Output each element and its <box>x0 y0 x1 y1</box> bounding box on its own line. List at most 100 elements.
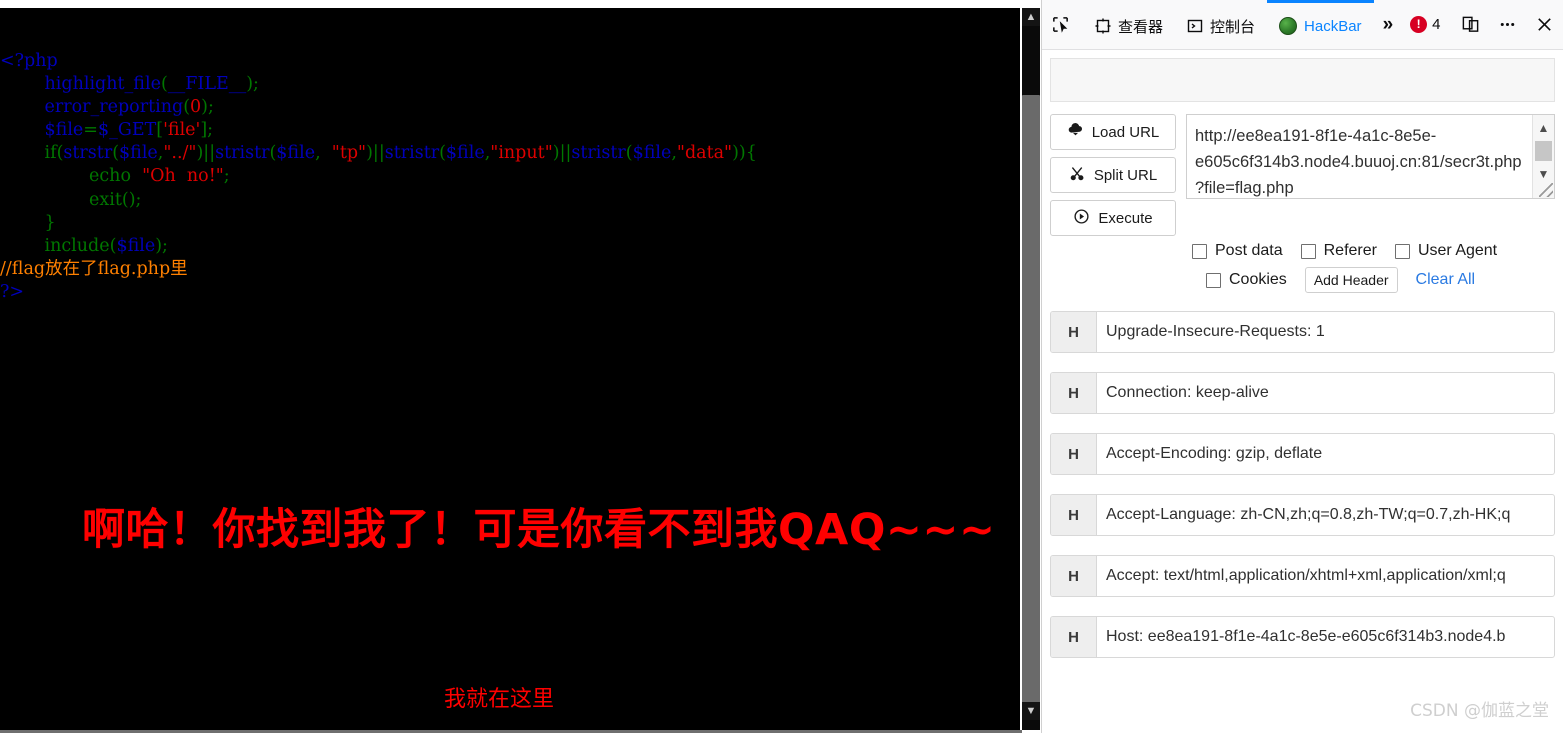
url-scroll-up-icon[interactable]: ▲ <box>1533 117 1554 139</box>
header-row[interactable]: H Connection: keep-alive <box>1050 372 1555 414</box>
devtools-toolbar: 查看器 控制台 HackBar » ! 4 <box>1042 0 1563 50</box>
tab-console-label: 控制台 <box>1210 18 1256 36</box>
header-value[interactable]: Accept-Encoding: gzip, deflate <box>1097 434 1554 474</box>
code-token: ( <box>439 143 446 164</box>
inspector-icon <box>1095 18 1111 34</box>
code-line: //flag放在了flag.php里 <box>0 258 1020 281</box>
code-line: highlight_file(__FILE__); <box>0 73 1020 96</box>
code-token: exit <box>89 189 122 210</box>
overflow-label: » <box>1382 13 1394 35</box>
element-picker-icon[interactable] <box>1042 0 1079 49</box>
hackbar-url-row: Load URL Split URL Execute http://ee8ea1… <box>1050 114 1555 236</box>
play-icon <box>1073 208 1090 229</box>
hackbar-options: Post data Referer User Agent Cookies Add… <box>1050 242 1555 293</box>
header-row[interactable]: H Upgrade-Insecure-Requests: 1 <box>1050 311 1555 353</box>
code-token: strstr <box>63 143 113 164</box>
referer-label: Referer <box>1323 242 1377 259</box>
code-line: <?php <box>0 50 1020 73</box>
post-data-option[interactable]: Post data <box>1192 242 1283 260</box>
code-token: , <box>315 143 332 164</box>
split-url-button[interactable]: Split URL <box>1050 157 1176 193</box>
code-line: if(strstr($file,"../")||stristr($file, "… <box>0 142 1020 165</box>
header-tag: H <box>1051 556 1097 596</box>
code-token: __FILE__ <box>167 73 247 94</box>
code-token: include <box>44 236 110 256</box>
header-row[interactable]: H Host: ee8ea191-8f1e-4a1c-8e5e-e605c6f3… <box>1050 616 1555 658</box>
csdn-watermark: CSDN @伽蓝之堂 <box>1410 701 1549 721</box>
error-count-badge[interactable]: ! 4 <box>1402 0 1448 49</box>
code-token: stristr <box>384 143 440 164</box>
code-token: "Oh no!" <box>136 166 224 187</box>
tab-overflow-chevron-icon[interactable]: » <box>1374 0 1403 49</box>
tab-hackbar[interactable]: HackBar <box>1267 0 1374 49</box>
referer-option[interactable]: Referer <box>1300 242 1377 260</box>
url-scrollbar-thumb[interactable] <box>1535 141 1552 161</box>
hackbar-icon <box>1279 17 1298 35</box>
user-agent-checkbox[interactable] <box>1394 243 1410 259</box>
header-row[interactable]: H Accept-Language: zh-CN,zh;q=0.8,zh-TW;… <box>1050 494 1555 536</box>
close-icon[interactable] <box>1526 0 1563 49</box>
scissors-icon <box>1069 165 1086 186</box>
page-headline-text: 啊哈！你找到我了！可是你看不到我QAQ~~~ <box>82 505 996 555</box>
page-subline-text: 我就在这里 <box>444 687 555 712</box>
url-resize-grip[interactable] <box>1539 183 1553 197</box>
user-agent-option[interactable]: User Agent <box>1394 242 1497 260</box>
code-line: $file=$_GET['file']; <box>0 119 1020 142</box>
code-token: ; <box>223 166 230 187</box>
code-token: } <box>44 212 56 233</box>
code-token: ( <box>160 73 168 94</box>
hackbar-output-area <box>1050 58 1555 102</box>
hackbar-panel: Load URL Split URL Execute http://ee8ea1… <box>1042 50 1563 733</box>
code-token: echo <box>89 166 137 187</box>
scroll-up-arrow-icon[interactable]: ▲ <box>1022 8 1040 26</box>
error-icon: ! <box>1410 16 1428 33</box>
code-token: ; <box>253 73 259 94</box>
meatball-menu-icon[interactable] <box>1489 0 1526 49</box>
clear-all-button[interactable]: Clear All <box>1416 271 1476 289</box>
execute-label: Execute <box>1098 209 1153 227</box>
post-data-checkbox[interactable] <box>1192 243 1207 259</box>
page-vertical-scrollbar[interactable]: ▲ ▼ <box>1022 8 1040 730</box>
load-url-button[interactable]: Load URL <box>1050 114 1176 150</box>
header-tag: H <box>1051 312 1097 352</box>
add-header-button[interactable]: Add Header <box>1304 267 1398 293</box>
header-value[interactable]: Host: ee8ea191-8f1e-4a1c-8e5e-e605c6f314… <box>1097 617 1554 657</box>
code-token: 'file' <box>163 120 201 141</box>
header-row[interactable]: H Accept: text/html,application/xhtml+xm… <box>1050 555 1555 597</box>
header-value[interactable]: Accept: text/html,application/xhtml+xml,… <box>1097 556 1554 596</box>
header-value[interactable]: Connection: keep-alive <box>1097 373 1554 413</box>
code-token: $file <box>44 120 84 141</box>
code-token: stristr <box>571 143 626 164</box>
screenshot-root: <?php highlight_file(__FILE__); error_re… <box>0 0 1563 733</box>
scrollbar-thumb[interactable] <box>1022 95 1040 709</box>
cookies-option[interactable]: Cookies <box>1206 271 1287 289</box>
header-value[interactable]: Upgrade-Insecure-Requests: 1 <box>1097 312 1554 352</box>
tab-hackbar-label: HackBar <box>1304 17 1362 35</box>
tab-inspector[interactable]: 查看器 <box>1083 0 1175 49</box>
code-line: include($file); <box>0 235 1020 258</box>
url-input[interactable] <box>1187 115 1532 198</box>
cookies-checkbox[interactable] <box>1206 272 1221 288</box>
code-token: ; <box>135 189 142 210</box>
code-token: )|| <box>196 143 216 164</box>
code-token: $_GET <box>97 120 157 141</box>
header-row[interactable]: H Accept-Encoding: gzip, deflate <box>1050 433 1555 475</box>
responsive-design-mode-icon[interactable] <box>1452 0 1489 49</box>
code-token: ; <box>207 120 214 141</box>
request-headers-list: H Upgrade-Insecure-Requests: 1 H Connect… <box>1050 311 1555 658</box>
tab-console[interactable]: 控制台 <box>1175 0 1267 49</box>
code-token: ( <box>183 96 191 117</box>
execute-button[interactable]: Execute <box>1050 200 1176 236</box>
code-token: ( <box>625 143 633 164</box>
code-token: ; <box>162 236 168 256</box>
code-line: exit(); <box>0 189 1020 212</box>
scroll-down-arrow-icon[interactable]: ▼ <box>1022 702 1040 720</box>
code-token: = <box>83 120 98 141</box>
header-value[interactable]: Accept-Language: zh-CN,zh;q=0.8,zh-TW;q=… <box>1097 495 1554 535</box>
url-scroll-down-icon[interactable]: ▼ <box>1533 163 1554 185</box>
referer-checkbox[interactable] <box>1300 243 1316 259</box>
load-url-label: Load URL <box>1091 123 1160 141</box>
